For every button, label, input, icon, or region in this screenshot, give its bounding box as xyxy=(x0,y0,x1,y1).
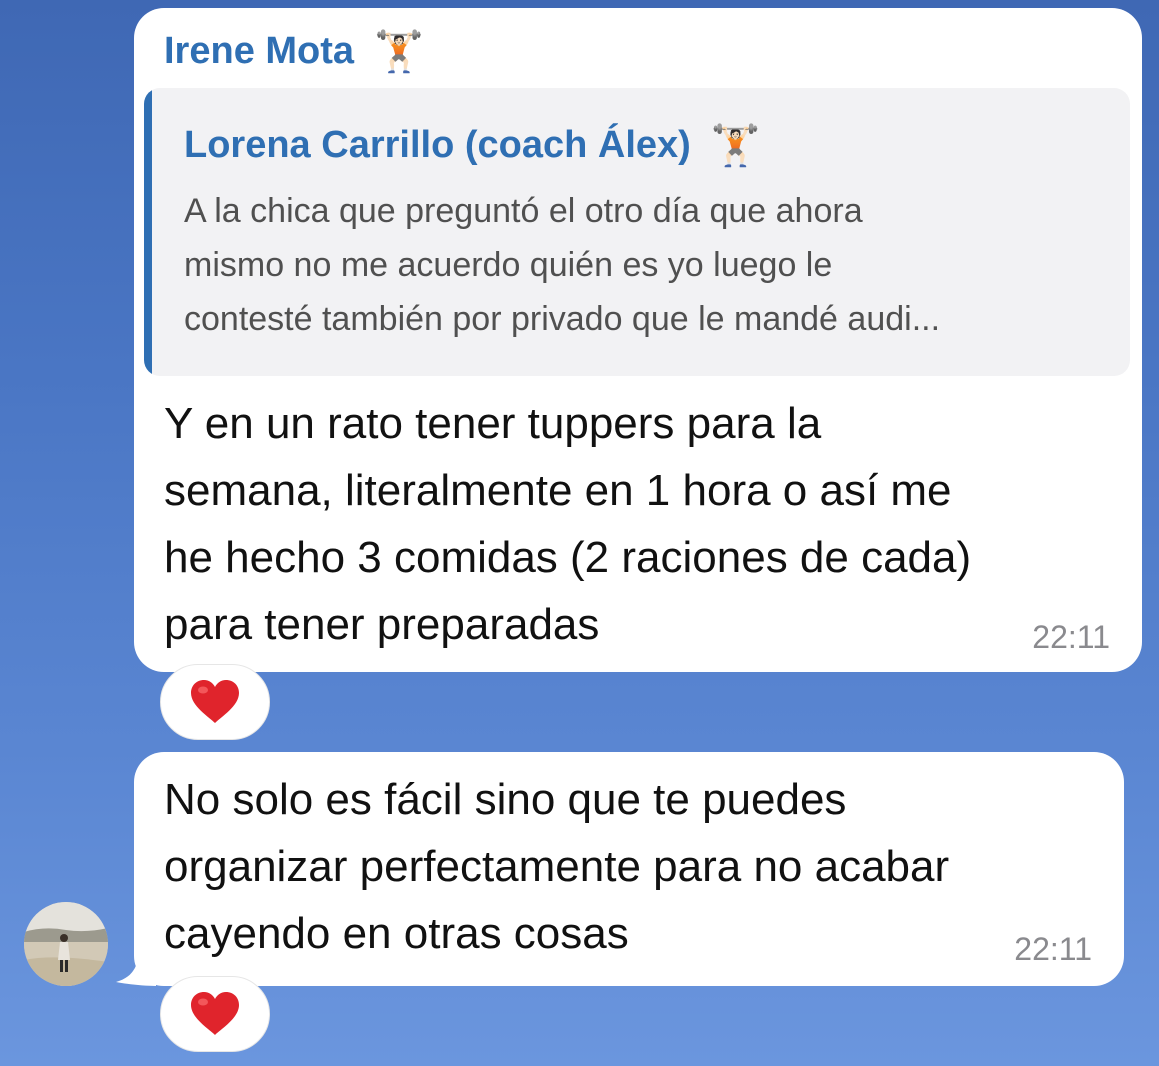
reply-accent-bar xyxy=(144,88,152,376)
message-text: Y en un rato tener tuppers para la seman… xyxy=(164,399,972,649)
weightlifter-emoji-icon: 🏋🏻 xyxy=(374,29,424,75)
avatar[interactable] xyxy=(24,902,108,986)
heart-icon xyxy=(191,992,239,1035)
message-time: 22:11 xyxy=(1032,619,1110,655)
reply-text: A la chica que preguntó el otro día que … xyxy=(184,192,941,338)
message-text: No solo es fácil sino que te puedes orga… xyxy=(164,775,950,958)
message-bubble[interactable]: Irene Mota 🏋🏻 Lorena Carrillo (coach Ále… xyxy=(134,8,1142,672)
avatar-photo xyxy=(24,902,108,986)
sender-name-label: Irene Mota xyxy=(164,30,355,72)
sender-name[interactable]: Irene Mota 🏋🏻 xyxy=(164,28,424,75)
message-time: 22:11 xyxy=(1014,931,1092,967)
reply-author-label: Lorena Carrillo (coach Álex) xyxy=(184,124,691,166)
reply-author: Lorena Carrillo (coach Álex) 🏋🏻 xyxy=(184,122,761,169)
reply-quote[interactable]: Lorena Carrillo (coach Álex) 🏋🏻 A la chi… xyxy=(144,88,1130,376)
message-bubble[interactable]: No solo es fácil sino que te puedes orga… xyxy=(134,752,1124,986)
heart-reaction[interactable] xyxy=(160,664,270,740)
heart-icon xyxy=(191,680,239,723)
heart-reaction[interactable] xyxy=(160,976,270,1052)
weightlifter-emoji-icon: 🏋🏻 xyxy=(710,123,761,169)
